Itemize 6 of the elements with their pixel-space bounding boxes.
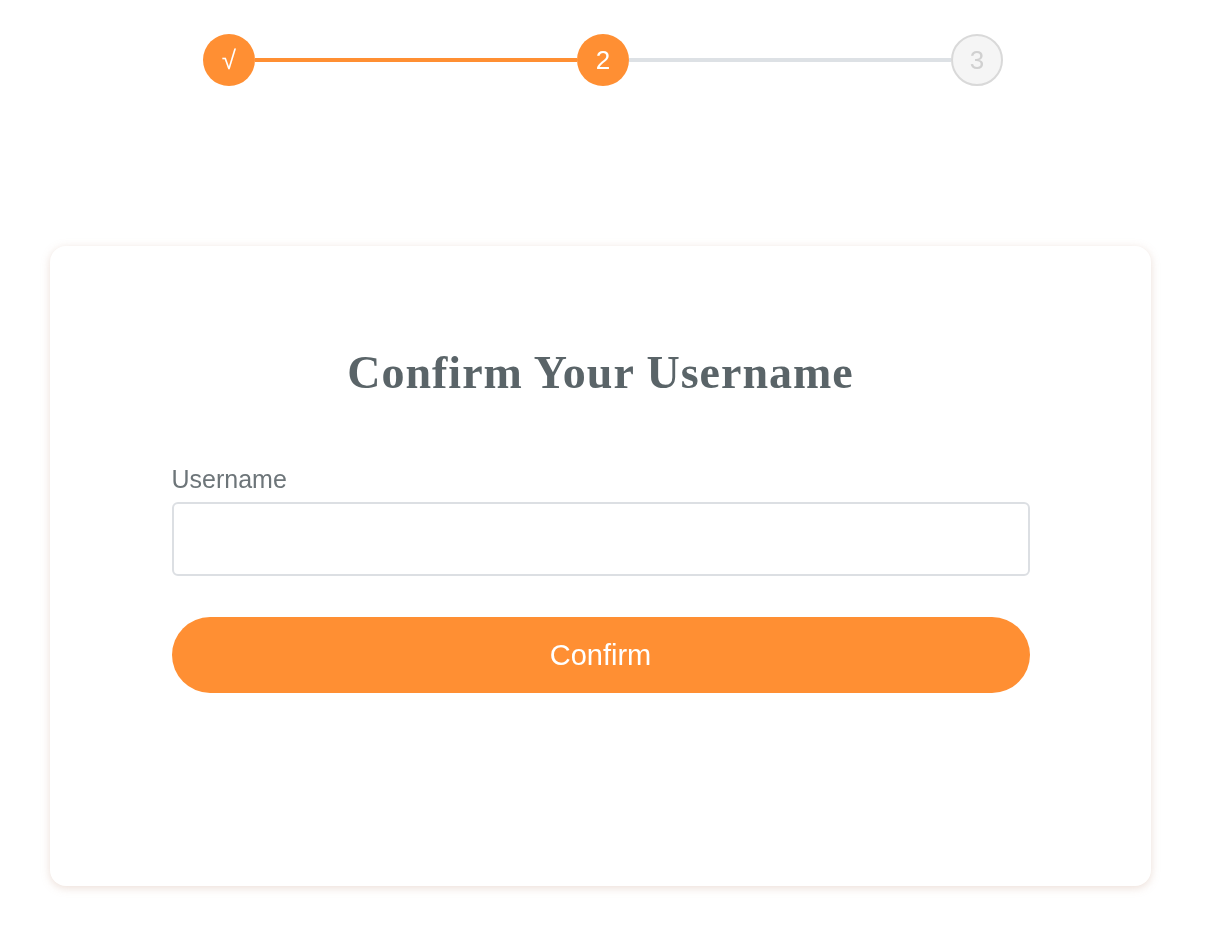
confirm-button[interactable]: Confirm — [171, 617, 1030, 693]
step-circle: √ — [203, 34, 255, 86]
username-input[interactable] — [171, 502, 1030, 576]
step-circle: 2 — [577, 34, 629, 86]
card-title: Confirm Your Username — [346, 346, 855, 399]
field-label: Username — [171, 465, 287, 494]
